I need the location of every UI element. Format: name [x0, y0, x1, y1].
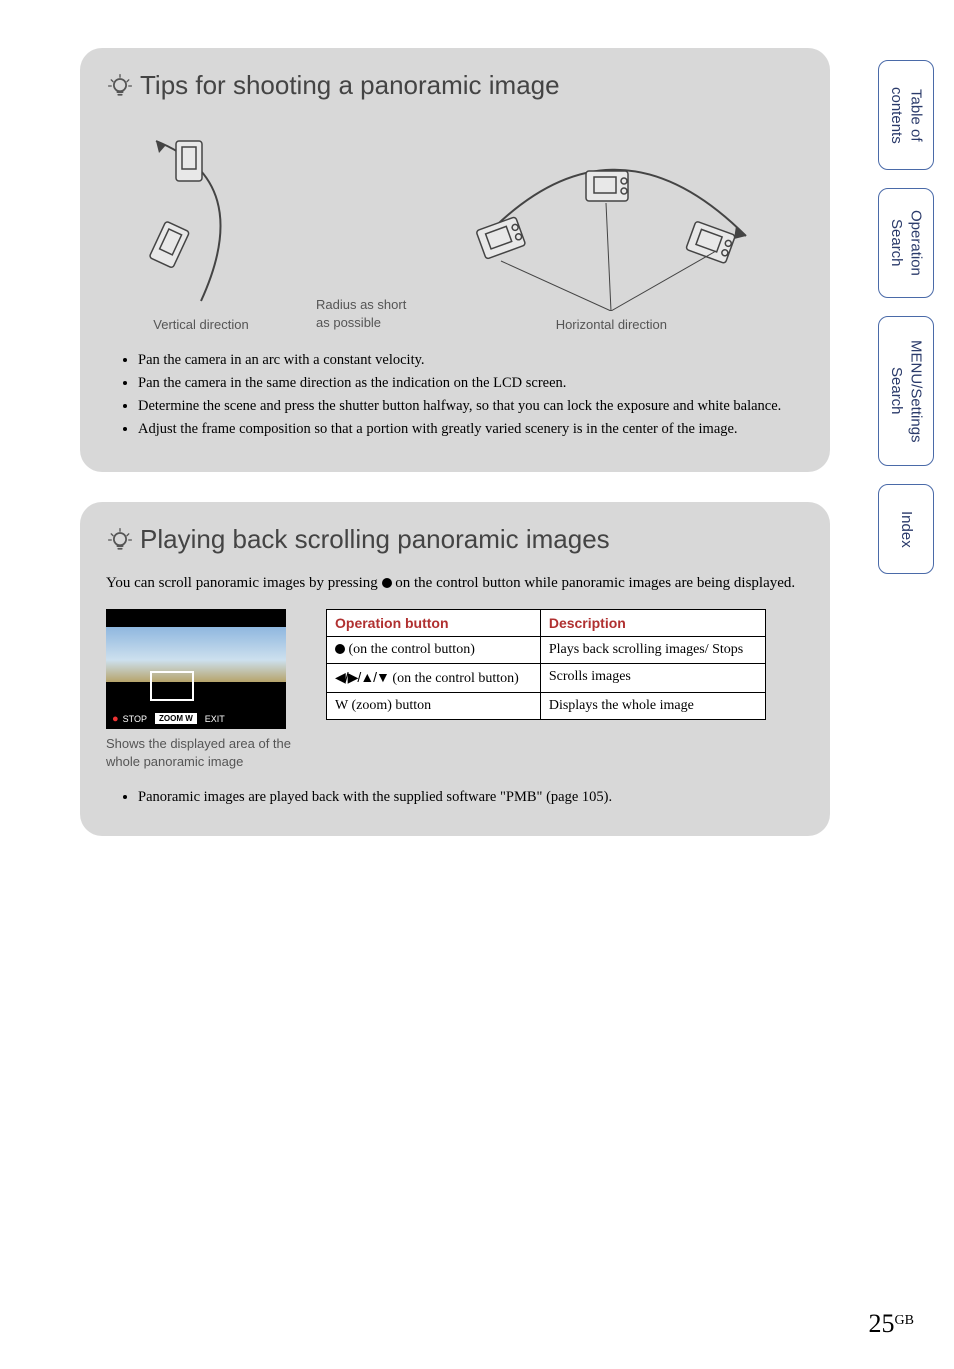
tips-panel-title: Tips for shooting a panoramic image: [106, 70, 804, 101]
op-cell-text: (on the control button): [345, 642, 475, 657]
thumb-zoom-label: ZOOM W: [155, 713, 197, 724]
center-button-icon: [382, 578, 392, 588]
desc-cell: Plays back scrolling images/ Stops: [540, 636, 765, 663]
tip-bullet: Pan the camera in the same direction as …: [138, 373, 794, 394]
intro-text-pre: You can scroll panoramic images by press…: [106, 575, 382, 591]
vertical-direction-label: Vertical direction: [153, 317, 248, 332]
tab-label: Table ofcontents: [887, 87, 926, 144]
thumb-stop-label: STOP: [123, 714, 147, 724]
radius-label: Radius as shortas possible: [316, 296, 406, 332]
table-header-description: Description: [540, 609, 765, 636]
playback-intro: You can scroll panoramic images by press…: [106, 573, 804, 595]
tab-label: Index: [896, 511, 916, 548]
center-button-icon: [335, 644, 345, 654]
tab-label: MENU/SettingsSearch: [887, 340, 926, 443]
thumb-exit-label: EXIT: [205, 714, 225, 724]
playback-panel: Playing back scrolling panoramic images …: [80, 502, 830, 836]
direction-arrows-icon: ◀/▶/▲/▼: [335, 669, 389, 685]
panorama-thumbnail-block: ● STOP ZOOM W EXIT Shows the displayed a…: [106, 609, 306, 771]
desc-cell: Scrolls images: [540, 663, 765, 692]
horizontal-direction-diagram: Horizontal direction: [456, 121, 766, 332]
tips-bullet-list: Pan the camera in an arc with a constant…: [138, 350, 794, 440]
intro-text-post: on the control button while panoramic im…: [392, 575, 796, 591]
op-cell: (on the control button): [327, 636, 541, 663]
op-cell: W (zoom) button: [327, 692, 541, 719]
record-dot-icon: ●: [112, 713, 119, 725]
tip-bullet: Adjust the frame composition so that a p…: [138, 419, 794, 440]
tab-index[interactable]: Index: [878, 484, 934, 574]
tip-bullet: Determine the scene and press the shutte…: [138, 396, 794, 417]
horizontal-direction-label: Horizontal direction: [556, 317, 667, 332]
tips-title-text: Tips for shooting a panoramic image: [140, 70, 560, 101]
vertical-direction-diagram: Vertical direction: [136, 121, 266, 332]
desc-cell: Displays the whole image: [540, 692, 765, 719]
thumbnail-caption: Shows the displayed area of the whole pa…: [106, 735, 306, 771]
playback-note-list: Panoramic images are played back with th…: [138, 789, 794, 806]
table-header-operation: Operation button: [327, 609, 541, 636]
op-cell: ◀/▶/▲/▼ (on the control button): [327, 663, 541, 692]
tab-menu-settings-search[interactable]: MENU/SettingsSearch: [878, 316, 934, 466]
panorama-diagram: Vertical direction Radius as shortas pos…: [136, 121, 774, 332]
playback-panel-title: Playing back scrolling panoramic images: [106, 524, 804, 555]
lightbulb-icon: [106, 526, 134, 554]
playback-note: Panoramic images are played back with th…: [138, 789, 794, 806]
panorama-thumbnail: ● STOP ZOOM W EXIT: [106, 609, 286, 729]
table-row: (on the control button) Plays back scrol…: [327, 636, 766, 663]
tip-bullet: Pan the camera in an arc with a constant…: [138, 350, 794, 371]
tab-table-of-contents[interactable]: Table ofcontents: [878, 60, 934, 170]
viewport-frame-icon: [150, 671, 194, 701]
page-number: 25GB: [869, 1309, 914, 1339]
operation-table: Operation button Description (on the con…: [326, 609, 766, 720]
lightbulb-icon: [106, 72, 134, 100]
tab-operation-search[interactable]: OperationSearch: [878, 188, 934, 298]
tips-panel: Tips for shooting a panoramic image: [80, 48, 830, 472]
tab-label: OperationSearch: [887, 210, 926, 276]
op-cell-text: (on the control button): [389, 671, 519, 686]
playback-title-text: Playing back scrolling panoramic images: [140, 524, 610, 555]
page-number-suffix: GB: [895, 1313, 914, 1328]
table-row: W (zoom) button Displays the whole image: [327, 692, 766, 719]
table-row: ◀/▶/▲/▼ (on the control button) Scrolls …: [327, 663, 766, 692]
page-number-value: 25: [869, 1309, 895, 1338]
